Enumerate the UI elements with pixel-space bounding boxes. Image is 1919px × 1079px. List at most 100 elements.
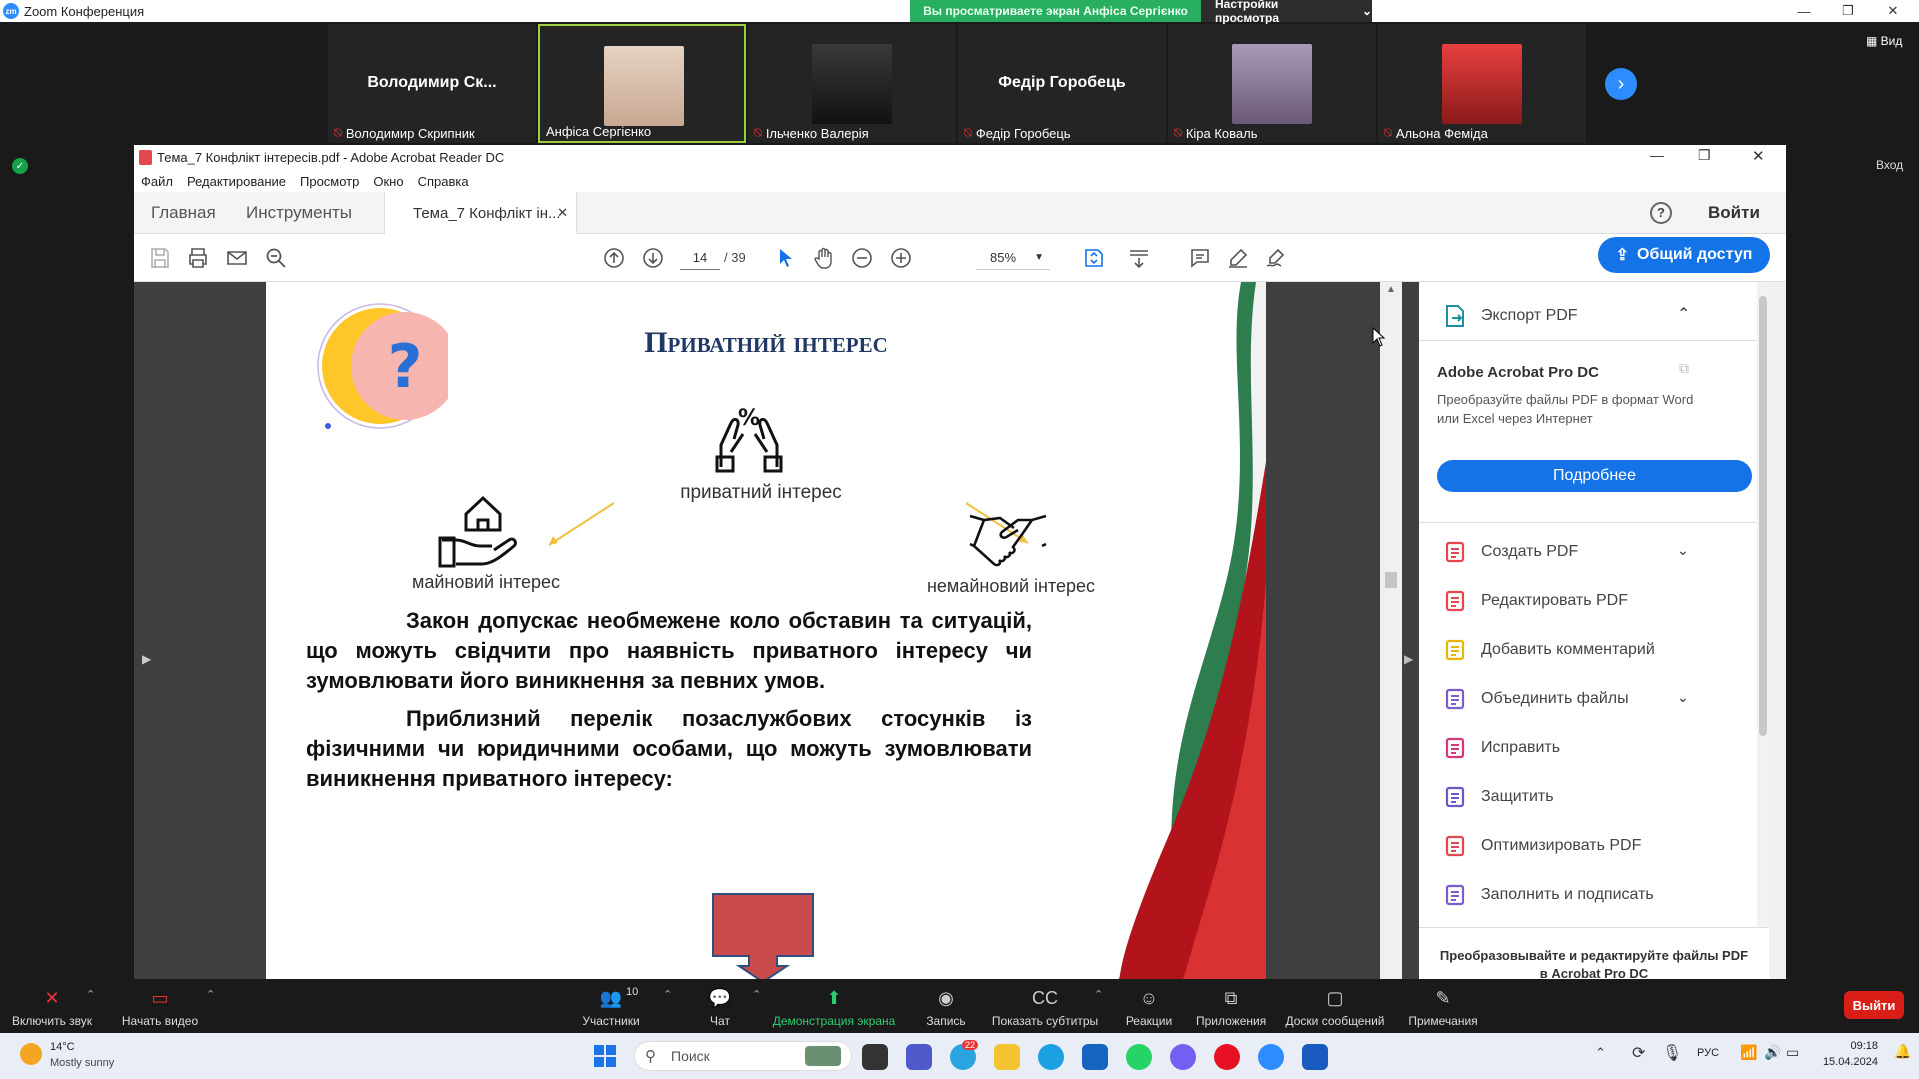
captions-button[interactable]: CC Показать субтитры: [988, 986, 1102, 1029]
apps-button[interactable]: ⧉ Приложения: [1196, 986, 1266, 1029]
export-pdf-item[interactable]: Экспорт PDF: [1443, 304, 1578, 328]
options-chevron-icon[interactable]: ⌃: [1094, 988, 1103, 1001]
teams-icon[interactable]: [906, 1044, 932, 1070]
zoom-level-select[interactable]: 85% ▼: [976, 246, 1050, 270]
clock-time[interactable]: 09:18: [1818, 1040, 1878, 1052]
close-button[interactable]: ✕: [1875, 0, 1911, 22]
panel-scrollbar[interactable]: [1757, 282, 1769, 927]
word-icon[interactable]: [1302, 1044, 1328, 1070]
menu-item[interactable]: Файл: [141, 174, 173, 189]
tab-document[interactable]: Тема_7 Конфлікт ін... ✕: [384, 192, 577, 234]
participants-button[interactable]: 👥 Участники: [571, 986, 651, 1029]
menu-item[interactable]: Справка: [418, 174, 469, 189]
participant-tile[interactable]: Федір Горобець ⍉ Федір Горобець: [958, 24, 1166, 143]
zoom-app-icon[interactable]: [1258, 1044, 1284, 1070]
whiteboards-button[interactable]: ▢ Доски сообщений: [1280, 986, 1390, 1029]
share-screen-button[interactable]: ⬆ Демонстрация экрана: [768, 986, 900, 1029]
options-chevron-icon[interactable]: ⌃: [663, 988, 672, 1001]
sign-icon[interactable]: [1264, 246, 1288, 270]
left-panel-toggle-icon[interactable]: ▶: [142, 652, 151, 666]
participant-tile[interactable]: ⍉ Ільченко Валерія: [748, 24, 956, 143]
participant-tile[interactable]: ⍉ Альона Феміда: [1378, 24, 1586, 143]
participant-tile[interactable]: Анфіса Сергієнко: [538, 24, 746, 143]
acrobat-minimize-button[interactable]: —: [1650, 147, 1664, 163]
page-number-input[interactable]: 14: [680, 246, 720, 270]
taskbar-search[interactable]: ⚲ Поиск: [634, 1041, 852, 1071]
weather-desc[interactable]: Mostly sunny: [50, 1057, 114, 1069]
volume-icon[interactable]: 🔊: [1764, 1044, 1781, 1061]
tool-item[interactable]: Добавить комментарий: [1443, 638, 1655, 662]
scroll-mode-icon[interactable]: [1127, 246, 1151, 270]
acrobat-maximize-button[interactable]: ❐: [1698, 147, 1711, 164]
participant-tile[interactable]: Володимир Ск... ⍉ Володимир Скрипник: [328, 24, 536, 143]
sync-icon[interactable]: ⟳: [1632, 1043, 1645, 1063]
leave-button[interactable]: Выйти: [1844, 991, 1904, 1019]
tool-item[interactable]: Исправить: [1443, 736, 1560, 760]
start-video-button[interactable]: ▭ Начать видео: [108, 986, 212, 1029]
chevron-down-icon[interactable]: ⌄: [1677, 542, 1689, 559]
document-scrollbar[interactable]: ▲: [1380, 282, 1402, 979]
help-icon[interactable]: ?: [1650, 202, 1672, 224]
scroll-thumb[interactable]: [1385, 572, 1397, 588]
notes-button[interactable]: ✎ Примечания: [1400, 986, 1486, 1029]
view-settings-button[interactable]: Настройки просмотра ⌄: [1201, 0, 1372, 25]
minimize-button[interactable]: —: [1786, 0, 1822, 22]
tab-home[interactable]: Главная: [151, 192, 216, 234]
view-toggle-button[interactable]: ▦ Вид: [1866, 34, 1902, 48]
options-chevron-icon[interactable]: ⌃: [206, 988, 215, 1001]
task-view-icon[interactable]: [862, 1044, 888, 1070]
share-button[interactable]: ⇪ Общий доступ: [1598, 237, 1770, 273]
comment-icon[interactable]: [1188, 246, 1212, 270]
document-viewport[interactable]: ▶ ▶ ? Приватний інтерес % приватний інте…: [134, 282, 1516, 979]
acrobat-close-button[interactable]: ✕: [1752, 147, 1765, 165]
menu-item[interactable]: Редактирование: [187, 174, 286, 189]
menu-item[interactable]: Просмотр: [300, 174, 359, 189]
battery-icon[interactable]: ▭: [1786, 1044, 1799, 1061]
signin-button[interactable]: Войти: [1708, 192, 1760, 234]
zoom-out-icon[interactable]: [850, 246, 874, 270]
maximize-button[interactable]: ❐: [1830, 0, 1866, 22]
hand-tool-icon[interactable]: [812, 246, 836, 270]
select-cursor-icon[interactable]: [774, 246, 798, 270]
learn-more-button[interactable]: Подробнее: [1437, 460, 1752, 492]
prev-page-icon[interactable]: [602, 246, 626, 270]
chevron-up-icon[interactable]: ⌃: [1677, 304, 1690, 324]
notifications-icon[interactable]: 🔔: [1894, 1043, 1911, 1060]
tool-item[interactable]: Заполнить и подписать: [1443, 883, 1654, 907]
next-page-icon[interactable]: [641, 246, 665, 270]
weather-temp[interactable]: 14°C: [50, 1041, 75, 1053]
right-panel-toggle-icon[interactable]: ▶: [1404, 652, 1413, 666]
scroll-up-icon[interactable]: ▲: [1386, 284, 1396, 295]
options-chevron-icon[interactable]: ⌃: [86, 988, 95, 1001]
menu-item[interactable]: Окно: [373, 174, 403, 189]
whatsapp-icon[interactable]: [1126, 1044, 1152, 1070]
panel-scroll-thumb[interactable]: [1759, 296, 1767, 736]
search-icon[interactable]: [264, 246, 288, 270]
microphone-icon[interactable]: 🎙: [1662, 1043, 1682, 1063]
next-page-icon[interactable]: ›: [1605, 68, 1637, 100]
store-icon[interactable]: [1082, 1044, 1108, 1070]
highlight-pen-icon[interactable]: [1226, 246, 1250, 270]
save-icon[interactable]: [148, 246, 172, 270]
tool-item[interactable]: Создать PDF: [1443, 540, 1578, 564]
file-explorer-icon[interactable]: [994, 1044, 1020, 1070]
wifi-icon[interactable]: 📶: [1740, 1044, 1757, 1061]
print-icon[interactable]: [186, 246, 210, 270]
email-icon[interactable]: [225, 246, 249, 270]
tab-tools[interactable]: Инструменты: [246, 192, 352, 234]
chevron-down-icon[interactable]: ⌄: [1677, 689, 1689, 706]
edge-icon[interactable]: [1038, 1044, 1064, 1070]
tool-item[interactable]: Защитить: [1443, 785, 1554, 809]
language-indicator[interactable]: РУС: [1697, 1047, 1719, 1059]
tool-item[interactable]: Оптимизировать PDF: [1443, 834, 1641, 858]
zoom-in-icon[interactable]: [889, 246, 913, 270]
tool-item[interactable]: Редактировать PDF: [1443, 589, 1628, 613]
windows-start-icon[interactable]: [594, 1045, 616, 1067]
tool-item[interactable]: Объединить файлы: [1443, 687, 1629, 711]
viber-icon[interactable]: [1170, 1044, 1196, 1070]
login-link[interactable]: Вход: [1876, 158, 1903, 172]
fit-page-icon[interactable]: [1082, 246, 1106, 270]
record-button[interactable]: ◉ Запись: [916, 986, 976, 1029]
close-tab-icon[interactable]: ✕: [557, 205, 568, 221]
tray-chevron-icon[interactable]: ⌃: [1595, 1045, 1606, 1061]
